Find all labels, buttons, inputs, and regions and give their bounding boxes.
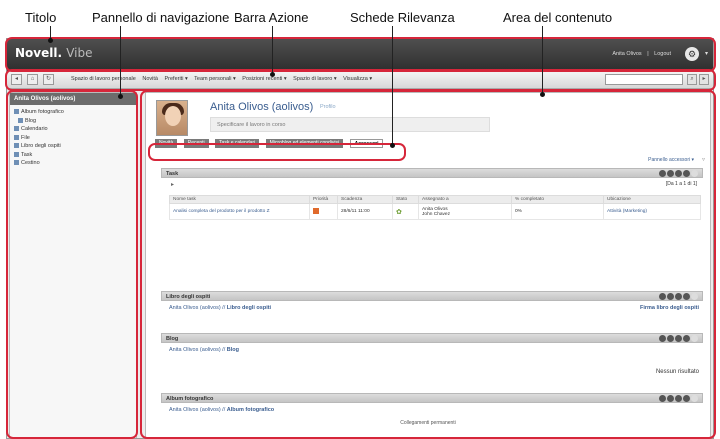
- callout-area: Area del contenuto: [503, 10, 613, 25]
- leader-dot-titolo: [48, 38, 53, 43]
- relevance-tabs-highlight: [148, 143, 406, 161]
- title-bar-highlight: [5, 37, 716, 72]
- leader-line-schede: [392, 26, 393, 145]
- leader-dot-pannello: [118, 94, 123, 99]
- leader-dot-barra: [270, 72, 275, 77]
- leader-dot-area: [540, 92, 545, 97]
- navigation-panel-highlight: [6, 90, 138, 439]
- callout-titolo: Titolo: [25, 10, 57, 25]
- callout-barra: Barra Azione: [234, 10, 309, 25]
- leader-dot-schede: [390, 143, 395, 148]
- leader-line-barra: [272, 26, 273, 74]
- callout-schede: Schede Rilevanza: [350, 10, 455, 25]
- leader-line-area: [542, 26, 543, 94]
- leader-line-pannello: [120, 26, 121, 96]
- callout-pannello: Pannello di navigazione: [92, 10, 230, 25]
- action-bar-highlight: [5, 69, 716, 91]
